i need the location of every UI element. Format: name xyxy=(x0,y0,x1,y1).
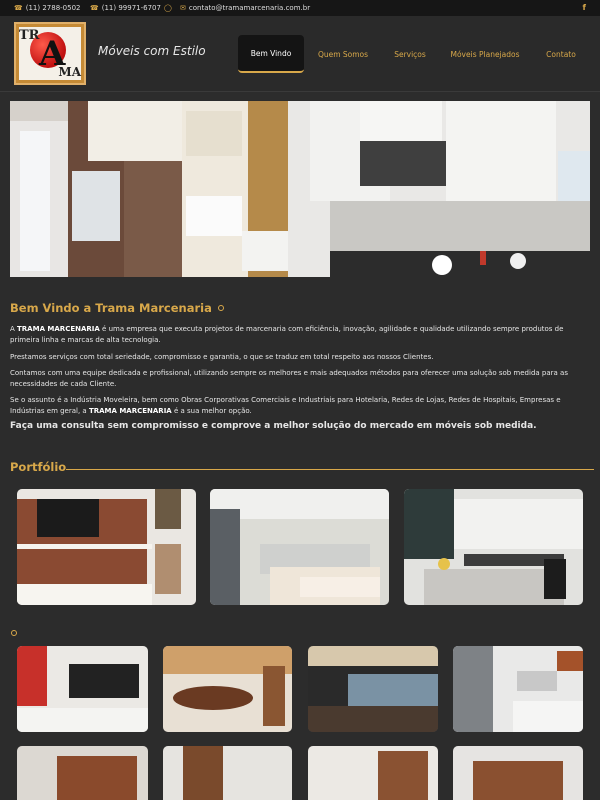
portfolio-thumb-7[interactable] xyxy=(308,746,438,800)
portfolio-thumb-1[interactable] xyxy=(17,646,148,732)
portfolio-thumb-3-content xyxy=(308,646,438,732)
portfolio-thumb-6-content xyxy=(163,746,292,800)
portfolio-thumb-8[interactable] xyxy=(453,746,583,800)
welcome-title: Bem Vindo a Trama Marcenaria xyxy=(10,301,224,315)
circle-bullet-icon xyxy=(217,305,224,311)
portfolio-image-3[interactable] xyxy=(404,489,583,605)
welcome-paragraph-2: Prestamos serviços com total seriedade, … xyxy=(10,353,434,361)
circle-bullet-icon xyxy=(11,630,17,636)
portfolio-thumb-5-content xyxy=(17,746,148,800)
nav-bem-vindo[interactable]: Bem Vindo xyxy=(238,35,304,73)
portfolio-thumb-1-content xyxy=(17,646,148,732)
logo-text-bottom: MA xyxy=(58,65,81,79)
whatsapp-icon: ◯ xyxy=(163,3,172,12)
facebook-icon[interactable]: f xyxy=(583,3,586,12)
nav-contato[interactable]: Contato xyxy=(532,35,590,73)
portfolio-thumb-4[interactable] xyxy=(453,646,583,732)
portfolio-thumb-2-content xyxy=(163,646,292,732)
portfolio-title-line xyxy=(66,469,594,470)
hero-kitchen-illustration xyxy=(10,101,590,277)
header-divider xyxy=(0,91,600,92)
company-name-strong: TRAMA MARCENARIA xyxy=(17,325,100,333)
welcome-paragraph-1: A TRAMA MARCENARIA é uma empresa que exe… xyxy=(10,325,564,344)
nav-servicos[interactable]: Serviços xyxy=(382,35,438,73)
welcome-paragraph-4: Se o assunto é a Indústria Moveleira, be… xyxy=(10,395,590,417)
phone-2-text: (11) 99971-6707 xyxy=(101,4,161,12)
welcome-paragraph-3: Contamos com uma equipe dedicada e profi… xyxy=(10,369,568,388)
portfolio-image-1[interactable] xyxy=(17,489,196,605)
portfolio-title: Portfólio xyxy=(10,460,67,474)
portfolio-image-2-content xyxy=(210,489,389,605)
site-tagline: Móveis com Estilo xyxy=(98,44,206,58)
envelope-icon: ✉ xyxy=(180,3,186,12)
portfolio-image-3-content xyxy=(404,489,583,605)
company-name-strong: TRAMA MARCENARIA xyxy=(88,407,172,415)
main-nav: Bem Vindo Quem Somos Serviços Móveis Pla… xyxy=(238,35,590,73)
portfolio-image-1-content xyxy=(17,489,196,605)
nav-quem-somos[interactable]: Quem Somos xyxy=(304,35,382,73)
top-contact-bar: ☎ (11) 2788-0502 ☎ (11) 99971-6707 ◯ ✉ c… xyxy=(0,0,600,16)
welcome-cta: Faça uma consulta sem compromisso e comp… xyxy=(10,421,537,431)
portfolio-thumb-4-content xyxy=(453,646,583,732)
phone-2[interactable]: ☎ (11) 99971-6707 ◯ xyxy=(90,4,172,12)
welcome-title-text: Bem Vindo a Trama Marcenaria xyxy=(10,301,212,315)
email-text: contato@tramamarcenaria.com.br xyxy=(188,4,311,12)
portfolio-thumb-3[interactable] xyxy=(308,646,438,732)
hero-banner-image xyxy=(10,101,590,277)
p4-text-end: é a sua melhor opção. xyxy=(171,407,252,415)
portfolio-thumb-7-content xyxy=(308,746,438,800)
nav-moveis-planejados[interactable]: Móveis Planejados xyxy=(438,35,532,73)
site-header: TR A MA Móveis com Estilo Bem Vindo Quem… xyxy=(0,16,600,91)
phone-1[interactable]: ☎ (11) 2788-0502 xyxy=(14,4,80,12)
phone-1-text: (11) 2788-0502 xyxy=(25,4,81,12)
email-link[interactable]: ✉ contato@tramamarcenaria.com.br xyxy=(180,4,310,12)
phone-icon: ☎ xyxy=(90,3,99,12)
portfolio-thumb-8-content xyxy=(453,746,583,800)
phone-icon: ☎ xyxy=(14,3,23,12)
portfolio-image-2[interactable] xyxy=(210,489,389,605)
portfolio-thumb-2[interactable] xyxy=(163,646,292,732)
portfolio-thumb-6[interactable] xyxy=(163,746,292,800)
portfolio-thumb-5[interactable] xyxy=(17,746,148,800)
logo-text-top: TR xyxy=(19,28,40,43)
site-logo[interactable]: TR A MA xyxy=(14,22,86,85)
